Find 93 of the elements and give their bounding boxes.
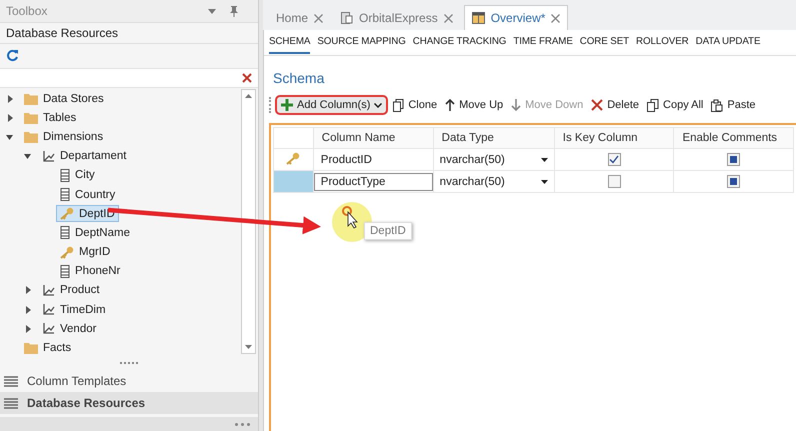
tree-item[interactable]: Dimensions [20,128,108,145]
toolbar-button[interactable]: Copy All [644,96,706,114]
checkbox[interactable] [608,153,621,166]
expand-arrow-icon[interactable] [24,324,32,333]
tree-item[interactable]: PhoneNr [56,262,124,280]
document-tab[interactable]: OrbitalExpress [334,6,460,30]
menu-icon [4,398,18,408]
section-item[interactable]: Database Resources [0,392,258,414]
table-icon [472,12,485,24]
toolbar-button[interactable]: Clone [390,96,440,114]
tree-item[interactable]: City [56,166,99,184]
section-title: Schema [273,70,326,86]
folder-icon [24,112,38,124]
scroll-down-icon[interactable] [245,345,252,349]
delete-icon [591,99,604,111]
tree-item[interactable]: MgrID [56,244,114,261]
search-field[interactable] [0,68,258,88]
plus-icon [281,99,293,111]
nav-tab[interactable]: CHANGE TRACKING [412,36,506,52]
nav-tab[interactable]: DATA UPDATE [696,36,760,52]
document-icon [341,12,354,24]
key-icon [60,246,74,259]
close-icon[interactable] [314,14,324,22]
tree-item[interactable]: Facts [20,340,76,356]
column-header[interactable]: Column Name [313,128,434,148]
axes-icon [42,150,55,163]
toolbar-button[interactable]: Move Up [442,97,506,113]
arrow-down-icon [511,99,522,111]
toolbar-button[interactable]: Paste [708,96,759,114]
checkbox[interactable] [727,175,740,188]
key-icon [286,152,300,164]
refresh-icon[interactable] [6,48,19,62]
column-icon [60,188,70,202]
folder-icon [24,130,38,143]
caret-icon [374,102,382,108]
column-icon [60,226,70,240]
paste-icon [711,98,724,112]
column-icon [60,168,70,182]
cursor-icon [342,206,358,229]
arrow-up-icon [445,99,456,111]
document-tab[interactable]: Overview* [464,5,568,30]
copy-icon [393,98,404,112]
dropdown-caret-icon[interactable] [208,8,216,14]
tree-item[interactable]: Vendor [38,320,100,338]
tree-item[interactable]: Product [38,282,104,299]
drag-preview: DeptID [364,222,412,240]
axes-icon [42,322,55,336]
nav-tab[interactable]: CORE SET [580,36,630,52]
nav-tab[interactable]: ROLLOVER [636,36,689,52]
caret-icon [540,180,548,184]
clear-icon[interactable] [242,73,252,83]
section-header: Database Resources [0,23,258,44]
checkbox[interactable] [727,153,740,166]
folder-icon [24,342,38,354]
tree-item[interactable]: Country [56,186,120,204]
expand-arrow-icon[interactable] [24,306,32,314]
folder-icon [24,92,38,105]
scroll-up-icon[interactable] [245,94,252,98]
pin-icon[interactable] [230,6,238,16]
key-icon [60,207,74,220]
close-icon[interactable] [551,14,560,22]
nav-tab[interactable]: TIME FRAME [513,36,573,52]
column-header[interactable]: Is Key Column [554,128,674,148]
tree-item[interactable]: Tables [20,110,80,126]
expand-arrow-icon[interactable] [24,286,32,294]
column-header[interactable]: Data Type [433,128,554,148]
text-field[interactable]: ProductType [314,172,433,190]
collapse-arrow-icon[interactable] [24,152,32,160]
toolbar-button[interactable]: Delete [588,97,642,113]
panel-title: Toolbox [6,4,48,18]
nav-tab[interactable]: SCHEMA [269,36,310,54]
nav-tab[interactable]: SOURCE MAPPING [317,36,406,52]
column-icon [60,264,70,278]
menu-icon [4,376,18,386]
axes-icon [42,284,55,297]
axes-icon [42,303,55,316]
toolbar-button[interactable]: Add Column(s) [275,95,388,115]
section-item[interactable]: Column Templates [0,370,258,392]
column-header[interactable]: Enable Comments [674,128,794,148]
tree-item[interactable]: TimeDim [38,301,110,318]
expand-arrow-icon[interactable] [6,114,14,122]
tree-item[interactable]: DeptName [56,224,134,242]
copy-icon [647,98,660,112]
expand-arrow-icon[interactable] [6,94,14,103]
caret-icon [540,158,548,162]
close-icon[interactable] [444,14,453,22]
table-cell-text: ProductID [320,152,373,168]
checkbox[interactable] [608,175,621,188]
document-tab[interactable]: Home [269,6,330,30]
collapse-arrow-icon[interactable] [6,132,14,141]
tree-item[interactable]: Data Stores [20,90,108,107]
tree-item[interactable]: Departament [38,148,130,165]
scrollbar[interactable] [241,89,256,354]
